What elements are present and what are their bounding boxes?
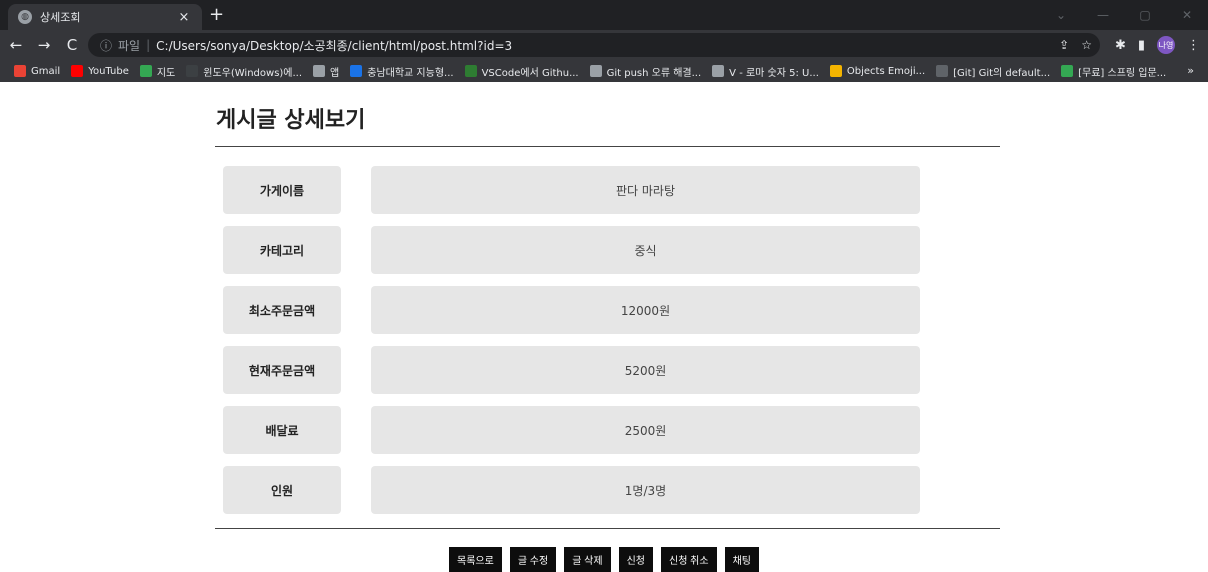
bookmark-favicon-icon — [313, 65, 326, 77]
tab-active[interactable]: ◍ 상세조회 × — [8, 4, 202, 30]
info-icon[interactable]: ⓘ — [100, 37, 112, 54]
browser-toolbar: ← → C ⓘ 파일 | C:/Users/sonya/Desktop/소공최종… — [0, 30, 1208, 60]
extensions-icon[interactable]: ✱ — [1115, 38, 1126, 53]
address-bar[interactable]: ⓘ 파일 | C:/Users/sonya/Desktop/소공최종/clien… — [88, 33, 1100, 57]
bookmark-favicon-icon — [186, 65, 199, 77]
bookmark-label: 지도 — [156, 67, 176, 79]
bookmark-item[interactable]: Git push 오류 해결... — [589, 64, 702, 79]
detail-row: 현재주문금액 5200원 — [223, 346, 923, 394]
window-controls: ⌄ — ▢ ✕ — [1040, 0, 1208, 30]
page-content: 게시글 상세보기 가게이름 판다 마라탕카테고리 중식최소주문금액 12000원현재주… — [0, 82, 1208, 572]
bookmark-label: 앱 — [330, 67, 340, 79]
share-icon[interactable]: ⇪ — [1059, 38, 1069, 52]
bookmark-item[interactable]: VSCode에서 Githu... — [464, 64, 579, 79]
bookmark-label: VSCode에서 Githu... — [481, 67, 579, 79]
chevron-down-icon[interactable]: ⌄ — [1040, 0, 1082, 30]
url-text[interactable]: C:/Users/sonya/Desktop/소공최종/client/html/… — [156, 37, 512, 54]
url-scheme: 파일 — [118, 38, 141, 53]
star-icon[interactable]: ☆ — [1081, 38, 1092, 52]
bookmark-favicon-icon — [1061, 65, 1074, 77]
bookmark-label: Objects Emoji... — [846, 65, 926, 77]
url-separator: | — [146, 38, 151, 52]
bookmark-favicon-icon — [71, 65, 84, 77]
minimize-button[interactable]: — — [1082, 0, 1124, 30]
apply-button[interactable]: 신청 — [618, 547, 653, 572]
detail-label: 현재주문금액 — [223, 346, 341, 394]
detail-value: 1명/3명 — [371, 466, 920, 514]
bookmark-item[interactable]: 윈도우(Windows)에... — [186, 64, 302, 79]
bookmark-item[interactable]: V - 로마 숫자 5: U... — [712, 64, 819, 79]
bookmark-favicon-icon — [350, 65, 363, 77]
bookmark-favicon-icon — [712, 65, 725, 77]
edit-post-button[interactable]: 글 수정 — [509, 547, 557, 572]
bookmark-label: 윈도우(Windows)에... — [203, 67, 303, 79]
reload-button[interactable]: C — [60, 36, 84, 54]
bookmark-label: [Git] Git의 default... — [953, 67, 1051, 79]
list-button[interactable]: 목록으로 — [449, 547, 502, 572]
new-tab-button[interactable]: + — [209, 4, 224, 26]
detail-row: 가게이름 판다 마라탕 — [223, 166, 923, 214]
detail-value: 5200원 — [371, 346, 920, 394]
detail-label: 가게이름 — [223, 166, 341, 214]
toolbar-right: ✱ ▮ 나영 ⋮ — [1115, 33, 1200, 57]
detail-row: 카테고리 중식 — [223, 226, 923, 274]
detail-label: 최소주문금액 — [223, 286, 341, 334]
detail-label: 배달료 — [223, 406, 341, 454]
detail-value: 2500원 — [371, 406, 920, 454]
bookmark-item[interactable]: [Git] Git의 default... — [936, 64, 1050, 79]
bookmark-favicon-icon — [829, 65, 842, 77]
globe-icon: ◍ — [18, 10, 32, 24]
detail-row: 인원 1명/3명 — [223, 466, 923, 514]
bookmark-favicon-icon — [14, 65, 26, 77]
bookmark-label: YouTube — [88, 65, 129, 77]
bookmark-item[interactable]: 충남대학교 지능형... — [350, 64, 454, 79]
bookmark-item[interactable]: YouTube — [71, 65, 129, 77]
bookmark-favicon-icon — [464, 65, 477, 77]
menu-icon[interactable]: ⋮ — [1187, 38, 1200, 53]
detail-value: 중식 — [371, 226, 920, 274]
bookmark-favicon-icon — [936, 65, 949, 77]
detail-row: 배달료 2500원 — [223, 406, 923, 454]
bookmark-item[interactable]: Gmail — [14, 65, 60, 77]
bookmarks-bar: Gmail YouTube 지도 윈도우(Windows)에... 앱 충남대학교 지능형… — [0, 60, 1208, 82]
bookmark-label: 충남대학교 지능형... — [367, 67, 454, 79]
bookmark-label: Gmail — [31, 65, 61, 77]
detail-value: 12000원 — [371, 286, 920, 334]
divider-top — [215, 146, 1000, 147]
omnibox-actions: ⇪ ☆ — [1059, 33, 1092, 57]
bookmark-label: [무료] 스프링 입문... — [1078, 67, 1167, 79]
divider-bottom — [215, 528, 1000, 529]
delete-post-button[interactable]: 글 삭제 — [564, 547, 611, 572]
sidepanel-icon[interactable]: ▮ — [1138, 38, 1145, 53]
detail-label: 카테고리 — [223, 226, 341, 274]
back-button[interactable]: ← — [4, 36, 28, 54]
detail-label: 인원 — [223, 466, 341, 514]
bookmarks-overflow-button[interactable]: » — [1187, 64, 1194, 77]
action-buttons: 목록으로 글 수정 글 삭제 신청 신청 취소 채팅 — [0, 547, 1208, 572]
bookmark-item[interactable]: 앱 — [313, 64, 339, 79]
page-title: 게시글 상세보기 — [216, 108, 366, 133]
bookmark-label: Git push 오류 해결... — [606, 67, 702, 79]
cancel-apply-button[interactable]: 신청 취소 — [661, 547, 717, 572]
detail-row: 최소주문금액 12000원 — [223, 286, 923, 334]
close-window-button[interactable]: ✕ — [1166, 0, 1208, 30]
bookmark-item[interactable]: Objects Emoji... — [829, 65, 926, 77]
bookmark-favicon-icon — [139, 65, 152, 77]
detail-value: 판다 마라탕 — [371, 166, 920, 214]
chat-button[interactable]: 채팅 — [724, 547, 759, 572]
bookmark-item[interactable]: [무료] 스프링 입문... — [1061, 64, 1166, 79]
bookmark-item[interactable]: 지도 — [139, 64, 176, 79]
tab-title: 상세조회 — [40, 11, 81, 24]
maximize-button[interactable]: ▢ — [1124, 0, 1166, 30]
bookmark-favicon-icon — [589, 65, 602, 77]
forward-button[interactable]: → — [32, 36, 56, 54]
bookmark-label: V - 로마 숫자 5: U... — [729, 67, 819, 79]
close-icon[interactable]: × — [176, 10, 192, 25]
tab-strip: ◍ 상세조회 × + ⌄ — ▢ ✕ — [0, 0, 1208, 30]
profile-avatar[interactable]: 나영 — [1157, 36, 1175, 54]
